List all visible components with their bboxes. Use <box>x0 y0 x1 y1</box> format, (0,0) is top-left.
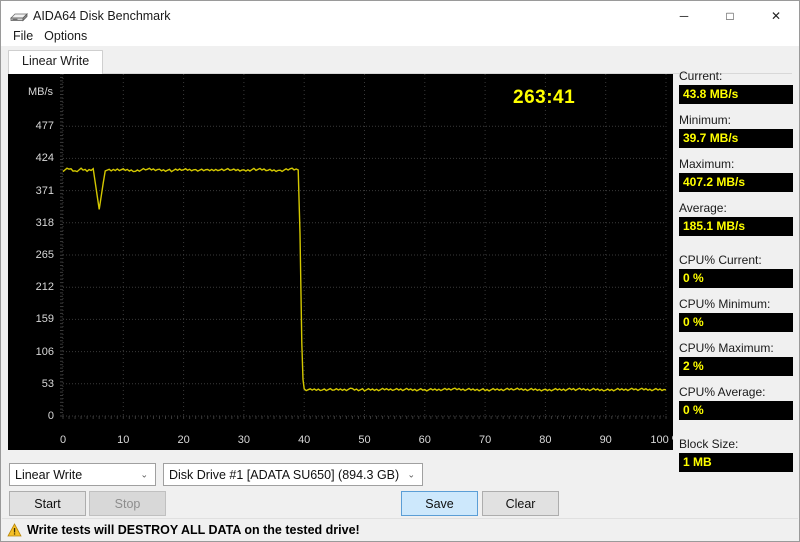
stat-group: CPU% Current: 0 % <box>679 253 797 288</box>
stat-label: CPU% Average: <box>679 385 766 399</box>
y-axis-tick-label: 106 <box>35 345 54 358</box>
stat-value: 407.2 MB/s <box>679 173 793 192</box>
stat-label: Average: <box>679 201 727 215</box>
stat-value: 0 % <box>679 401 793 420</box>
x-axis-tick-label: 100 % <box>650 434 673 446</box>
drive-select[interactable]: Disk Drive #1 [ADATA SU650] (894.3 GB) ⌄ <box>163 463 423 486</box>
stat-label: CPU% Current: <box>679 253 762 267</box>
x-axis-tick-label: 40 <box>298 434 311 446</box>
chevron-down-icon: ⌄ <box>407 469 415 479</box>
drive-value: Disk Drive #1 [ADATA SU650] (894.3 GB) <box>169 467 400 482</box>
menu-bar: File Options <box>1 25 799 46</box>
stat-group: CPU% Minimum: 0 % <box>679 297 797 332</box>
chevron-down-icon: ⌄ <box>140 469 148 479</box>
stat-value: 0 % <box>679 313 793 332</box>
stat-value: 43.8 MB/s <box>679 85 793 104</box>
x-axis-tick-label: 70 <box>478 434 492 446</box>
benchmark-mode-select[interactable]: Linear Write ⌄ <box>9 463 156 486</box>
warning-bar: Write tests will DESTROY ALL DATA on the… <box>2 518 798 541</box>
y-axis-tick-label: 424 <box>35 152 54 165</box>
x-axis-tick-label: 10 <box>117 434 130 446</box>
stat-label: CPU% Maximum: <box>679 341 774 355</box>
stat-value: 1 MB <box>679 453 793 472</box>
clear-button[interactable]: Clear <box>482 491 559 516</box>
start-button[interactable]: Start <box>9 491 86 516</box>
stop-button: Stop <box>89 491 166 516</box>
x-axis-tick-label: 60 <box>418 434 431 446</box>
disk-drive-icon <box>6 5 32 27</box>
stat-label: Current: <box>679 69 723 83</box>
y-axis-tick-label: 371 <box>35 184 54 197</box>
stat-group: Maximum: 407.2 MB/s <box>679 157 797 192</box>
x-axis-tick-label: 80 <box>539 434 552 446</box>
benchmark-mode-value: Linear Write <box>15 467 83 482</box>
chart-plot <box>60 74 667 419</box>
y-axis-tick-label: 212 <box>35 281 54 294</box>
stat-value: 2 % <box>679 357 793 376</box>
window-title: AIDA64 Disk Benchmark <box>33 9 171 23</box>
stat-label: Minimum: <box>679 113 732 127</box>
x-axis-tick-label: 90 <box>599 434 612 446</box>
stat-group: CPU% Average: 0 % <box>679 385 797 420</box>
x-axis-tick-label: 0 <box>59 434 67 446</box>
x-axis-tick-label: 30 <box>237 434 251 446</box>
y-axis-tick-label: 0 <box>47 410 54 422</box>
stat-group: CPU% Maximum: 2 % <box>679 341 797 376</box>
y-axis-tick-label: 318 <box>35 216 54 229</box>
statistics-panel: Current: 43.8 MB/s Minimum: 39.7 MB/s Maximu… <box>679 69 797 481</box>
menu-item-file[interactable]: File <box>8 28 38 44</box>
warning-triangle-icon <box>7 523 22 537</box>
stat-label: Block Size: <box>679 437 739 451</box>
stat-label: Maximum: <box>679 157 735 171</box>
y-axis-tick-label: 265 <box>35 249 54 261</box>
y-axis-tick-label: 159 <box>35 313 54 326</box>
save-button[interactable]: Save <box>401 491 478 516</box>
y-axis-tick-label: 477 <box>35 120 54 133</box>
warning-text: Write tests will DESTROY ALL DATA on the… <box>27 523 360 537</box>
stat-value: 185.1 MB/s <box>679 217 793 236</box>
stat-label: CPU% Minimum: <box>679 297 771 311</box>
stat-group: Minimum: 39.7 MB/s <box>679 113 797 148</box>
menu-item-options[interactable]: Options <box>39 28 92 44</box>
stat-value: 39.7 MB/s <box>679 129 793 148</box>
stat-group: Current: 43.8 MB/s <box>679 69 797 104</box>
y-axis-tick-label: 53 <box>41 377 54 390</box>
tab-strip: Linear Write <box>8 49 792 74</box>
benchmark-chart: MB/s 263:41 0 53 106 159 212 265 318 371 424 477 … <box>8 74 673 450</box>
stat-group: Average: 185.1 MB/s <box>679 201 797 236</box>
tab-linear-write[interactable]: Linear Write <box>8 50 104 74</box>
x-axis-tick-label: 20 <box>177 434 190 446</box>
aida64-disk-benchmark-window: AIDA64 Disk Benchmark ─ □ ✕ File Options… <box>0 0 800 542</box>
x-axis-tick-label: 50 <box>358 434 371 446</box>
stat-value: 0 % <box>679 269 793 288</box>
stat-group: Block Size: 1 MB <box>679 437 797 472</box>
